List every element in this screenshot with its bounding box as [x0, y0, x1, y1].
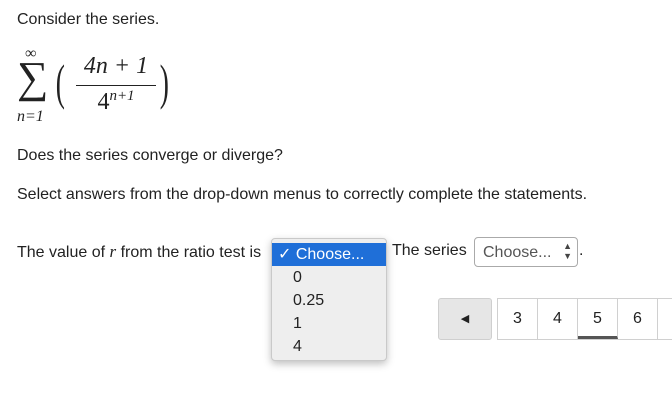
page-6-button[interactable]: 6	[618, 299, 658, 339]
left-parenthesis: (	[55, 54, 65, 110]
right-parenthesis: )	[159, 54, 169, 110]
ratio-dropdown-menu[interactable]: ✓ Choose... 0 0.25 1 4	[271, 238, 387, 361]
ratio-statement: The value of r from the ratio test is	[17, 242, 261, 262]
dropdown-option[interactable]: 1	[272, 312, 386, 335]
dropdown-option[interactable]: 0.25	[272, 289, 386, 312]
series-statement: The series	[392, 242, 467, 259]
statement-suffix: from the ratio test is	[116, 244, 262, 261]
page-5-button[interactable]: 5	[578, 299, 618, 339]
fraction-bar	[76, 85, 156, 86]
select-arrows-icon: ▲ ▼	[563, 241, 572, 261]
sum-lower-limit: n=1	[17, 108, 44, 125]
instructions-text: Select answers from the drop-down menus …	[17, 186, 588, 203]
pagination: 3 4 5 6	[497, 298, 672, 340]
previous-page-button[interactable]: ◀	[438, 298, 492, 340]
page-4-button[interactable]: 4	[538, 299, 578, 339]
fraction-denominator: 4n+1	[97, 88, 135, 115]
dropdown-option[interactable]: 4	[272, 335, 386, 358]
dropdown-option-choose[interactable]: ✓ Choose...	[272, 243, 386, 266]
page-3-button[interactable]: 3	[498, 299, 538, 339]
statement-prefix: The value of	[17, 244, 110, 261]
sigma-symbol: ∑	[17, 53, 49, 102]
triangle-left-icon: ◀	[460, 313, 470, 325]
statement-period: .	[579, 242, 584, 259]
dropdown-option[interactable]: 0	[272, 266, 386, 289]
fraction-numerator: 4n + 1	[83, 53, 149, 79]
intro-text: Consider the series.	[17, 11, 160, 28]
series-select[interactable]: Choose... ▲ ▼	[474, 237, 578, 267]
series-select-value: Choose...	[483, 244, 552, 261]
question-text: Does the series converge or diverge?	[17, 147, 283, 164]
